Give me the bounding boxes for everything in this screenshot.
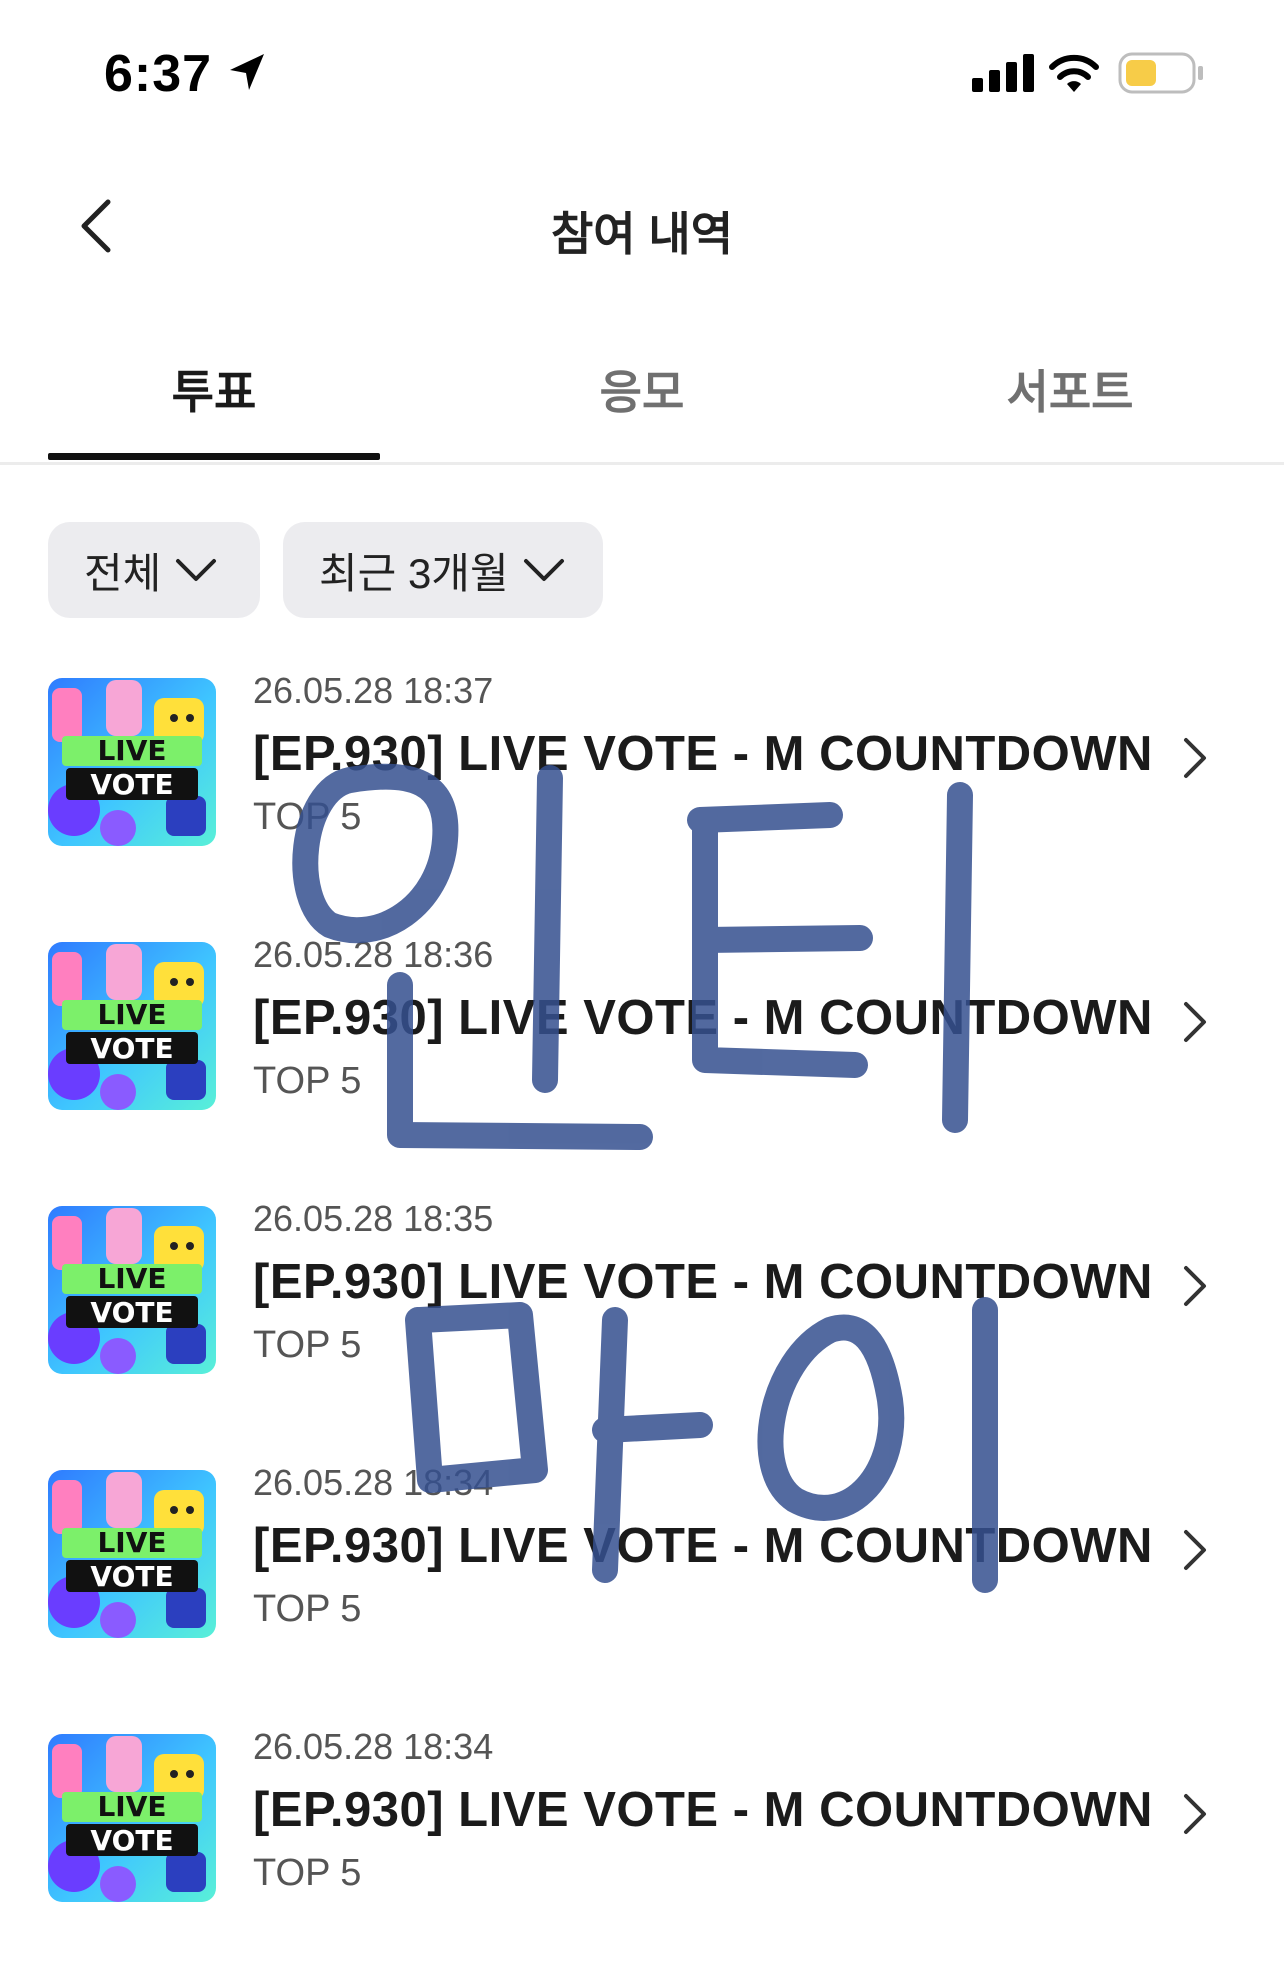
location-arrow-icon xyxy=(230,54,264,90)
chevron-right-icon xyxy=(1184,1530,1206,1570)
svg-text:VOTE: VOTE xyxy=(90,1296,173,1329)
item-title: [EP.930] LIVE VOTE - M COUNTDOWN xyxy=(253,1783,1153,1837)
category-filter-dropdown[interactable]: 전체 xyxy=(48,522,260,618)
svg-text:VOTE: VOTE xyxy=(90,768,173,801)
status-time: 6:37 xyxy=(104,45,213,103)
category-filter-label: 전체 xyxy=(84,549,162,597)
item-title: [EP.930] LIVE VOTE - M COUNTDOWN xyxy=(253,1519,1153,1573)
cellular-signal-icon xyxy=(972,54,1034,92)
list-item[interactable]: LIVE VOTE 26.05.28 18:36 [EP.930] LIVE V… xyxy=(0,934,1284,1174)
item-date: 26.05.28 18:36 xyxy=(253,934,494,975)
chevron-right-icon xyxy=(1184,1002,1206,1042)
chevron-right-icon xyxy=(1184,1266,1206,1306)
tab-vote[interactable]: 투표 xyxy=(48,356,380,456)
live-vote-thumbnail: LIVE VOTE xyxy=(48,942,216,1110)
item-date: 26.05.28 18:35 xyxy=(253,1198,494,1239)
item-subtitle: TOP 5 xyxy=(253,1060,362,1102)
svg-text:VOTE: VOTE xyxy=(90,1560,173,1593)
item-date: 26.05.28 18:34 xyxy=(253,1726,494,1767)
svg-text:LIVE: LIVE xyxy=(97,1526,166,1559)
page-title: 참여 내역 xyxy=(550,208,734,260)
item-subtitle: TOP 5 xyxy=(253,1324,362,1366)
battery-icon xyxy=(1118,52,1203,94)
chevron-down-icon xyxy=(176,559,217,581)
status-bar: 6:37 xyxy=(0,0,1284,150)
item-title: [EP.930] LIVE VOTE - M COUNTDOWN xyxy=(253,991,1153,1045)
svg-text:VOTE: VOTE xyxy=(90,1824,173,1857)
chevron-right-icon xyxy=(1184,1794,1206,1834)
item-subtitle: TOP 5 xyxy=(253,1852,362,1894)
tab-bar: 투표 응모 서포트 xyxy=(0,340,1284,465)
svg-text:LIVE: LIVE xyxy=(97,1790,166,1823)
item-date: 26.05.28 18:34 xyxy=(253,1462,494,1503)
tab-support[interactable]: 서포트 xyxy=(904,356,1236,456)
item-title: [EP.930] LIVE VOTE - M COUNTDOWN xyxy=(253,727,1153,781)
svg-text:LIVE: LIVE xyxy=(97,998,166,1031)
live-vote-thumbnail: LIVE VOTE xyxy=(48,678,216,846)
item-date: 26.05.28 18:37 xyxy=(253,670,494,711)
live-vote-thumbnail: LIVE VOTE xyxy=(48,1470,216,1638)
list-item[interactable]: LIVE VOTE 26.05.28 18:34 [EP.930] LIVE V… xyxy=(0,1726,1284,1966)
svg-text:LIVE: LIVE xyxy=(97,1262,166,1295)
item-subtitle: TOP 5 xyxy=(253,1588,362,1630)
period-filter-label: 최근 3개월 xyxy=(319,549,509,597)
live-vote-thumbnail: LIVE VOTE xyxy=(48,1206,216,1374)
wifi-icon xyxy=(1049,54,1099,92)
tab-entry[interactable]: 응모 xyxy=(476,356,808,456)
item-title: [EP.930] LIVE VOTE - M COUNTDOWN xyxy=(253,1255,1153,1309)
list-item[interactable]: LIVE VOTE 26.05.28 18:34 [EP.930] LIVE V… xyxy=(0,1462,1284,1702)
item-subtitle: TOP 5 xyxy=(253,796,362,838)
active-tab-indicator xyxy=(48,453,380,460)
header: 참여 내역 xyxy=(0,150,1284,300)
period-filter-dropdown[interactable]: 최근 3개월 xyxy=(283,522,603,618)
list-item[interactable]: LIVE VOTE 26.05.28 18:37 [EP.930] LIVE V… xyxy=(0,670,1284,910)
svg-text:LIVE: LIVE xyxy=(97,734,166,767)
list-item[interactable]: LIVE VOTE 26.05.28 18:35 [EP.930] LIVE V… xyxy=(0,1198,1284,1438)
chevron-down-icon xyxy=(523,559,564,581)
live-vote-thumbnail: LIVE VOTE xyxy=(48,1734,216,1902)
svg-text:VOTE: VOTE xyxy=(90,1032,173,1065)
chevron-right-icon xyxy=(1184,738,1206,778)
